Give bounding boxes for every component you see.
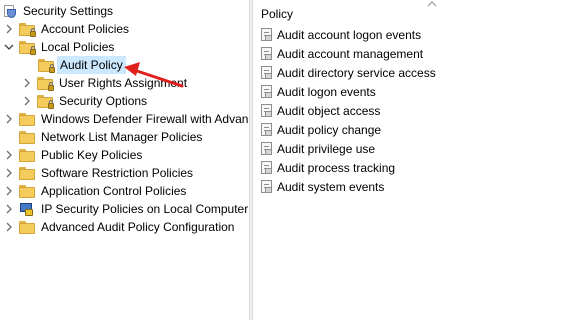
tree-item-account-policies[interactable]: Account Policies: [4, 20, 132, 38]
tree-root-label: Security Settings: [23, 4, 114, 18]
tree-item-windows-defender-firewall[interactable]: Windows Defender Firewall with Advanc: [4, 110, 249, 128]
chevron-right-icon[interactable]: [22, 96, 32, 106]
column-header-policy[interactable]: Policy: [261, 6, 293, 22]
list-item-label: Audit account logon events: [277, 28, 422, 42]
ipsec-icon: [19, 202, 35, 217]
list-item-label: Audit process tracking: [277, 161, 396, 175]
tree-item-label: Account Policies: [41, 22, 130, 36]
folder-lock-icon: [19, 40, 36, 55]
folder-icon: [19, 184, 35, 198]
policy-icon: [261, 180, 273, 194]
folder-icon: [19, 166, 35, 180]
policy-icon: [261, 66, 273, 80]
list-item-label: Audit privilege use: [277, 142, 376, 156]
tree-root-security-settings[interactable]: Security Settings: [3, 2, 116, 20]
list-item[interactable]: Audit privilege use: [261, 140, 375, 158]
list-item[interactable]: Audit account management: [261, 45, 423, 63]
tree-item-label: Windows Defender Firewall with Advanc: [41, 112, 249, 126]
tree-item-label: Audit Policy: [57, 56, 126, 74]
list-item[interactable]: Audit logon events: [261, 83, 376, 101]
policy-icon: [261, 47, 273, 61]
folder-icon: [19, 148, 35, 162]
list-item[interactable]: Audit object access: [261, 102, 380, 120]
tree-item-label: Security Options: [59, 94, 148, 108]
column-header-label: Policy: [261, 7, 294, 21]
tree-item-label: Advanced Audit Policy Configuration: [41, 220, 235, 234]
folder-icon: [19, 112, 35, 126]
chevron-right-icon[interactable]: [4, 204, 14, 214]
tree-pane: Security Settings Account Policies Local…: [0, 0, 249, 320]
list-item-label: Audit directory service access: [277, 66, 436, 80]
tree-item-advanced-audit-policy-configuration[interactable]: Advanced Audit Policy Configuration: [4, 218, 237, 236]
tree-item-label: User Rights Assignment: [59, 76, 188, 90]
folder-icon: [19, 130, 35, 144]
chevron-down-icon[interactable]: [4, 42, 14, 52]
list-item[interactable]: Audit process tracking: [261, 159, 395, 177]
tree-item-network-list-manager-policies[interactable]: Network List Manager Policies: [19, 128, 205, 146]
tree-item-security-options[interactable]: Security Options: [22, 92, 150, 110]
chevron-right-icon[interactable]: [4, 150, 14, 160]
tree-item-audit-policy[interactable]: Audit Policy: [38, 56, 126, 74]
tree-item-label: Application Control Policies: [41, 184, 187, 198]
tree-item-ip-security-policies[interactable]: IP Security Policies on Local Computer: [4, 200, 249, 218]
tree-item-label: Public Key Policies: [41, 148, 143, 162]
list-item-label: Audit logon events: [277, 85, 376, 99]
policy-icon: [261, 123, 273, 137]
folder-lock-icon: [37, 94, 54, 109]
chevron-right-icon[interactable]: [4, 186, 14, 196]
policy-icon: [261, 85, 273, 99]
tree-item-software-restriction-policies[interactable]: Software Restriction Policies: [4, 164, 196, 182]
chevron-right-icon[interactable]: [4, 222, 14, 232]
list-item[interactable]: Audit policy change: [261, 121, 381, 139]
policy-icon: [261, 142, 273, 156]
chevron-right-icon[interactable]: [4, 24, 14, 34]
tree-item-application-control-policies[interactable]: Application Control Policies: [4, 182, 189, 200]
list-item[interactable]: Audit directory service access: [261, 64, 436, 82]
policy-icon: [261, 28, 273, 42]
tree-item-label: IP Security Policies on Local Computer: [41, 202, 249, 216]
tree-item-user-rights-assignment[interactable]: User Rights Assignment: [22, 74, 190, 92]
tree-item-public-key-policies[interactable]: Public Key Policies: [4, 146, 145, 164]
tree-item-label: Network List Manager Policies: [41, 130, 203, 144]
tree-item-label: Local Policies: [41, 40, 115, 54]
list-item[interactable]: Audit system events: [261, 178, 384, 196]
list-item-label: Audit account management: [277, 47, 424, 61]
policy-icon: [261, 104, 273, 118]
chevron-right-icon[interactable]: [22, 78, 32, 88]
tree-item-label: Software Restriction Policies: [41, 166, 194, 180]
folder-lock-icon: [37, 76, 54, 91]
list-item-label: Audit object access: [277, 104, 381, 118]
folder-lock-icon: [38, 58, 55, 73]
list-item[interactable]: Audit account logon events: [261, 26, 421, 44]
sort-ascending-icon: [427, 1, 437, 7]
details-pane: Policy Audit account logon events Audit …: [253, 0, 574, 320]
policy-icon: [261, 161, 273, 175]
chevron-right-icon[interactable]: [4, 168, 14, 178]
security-settings-icon: [3, 4, 17, 18]
folder-icon: [19, 220, 35, 234]
chevron-right-icon[interactable]: [4, 114, 14, 124]
list-item-label: Audit system events: [277, 180, 385, 194]
tree-item-local-policies[interactable]: Local Policies: [4, 38, 117, 56]
folder-lock-icon: [19, 22, 36, 37]
list-item-label: Audit policy change: [277, 123, 382, 137]
